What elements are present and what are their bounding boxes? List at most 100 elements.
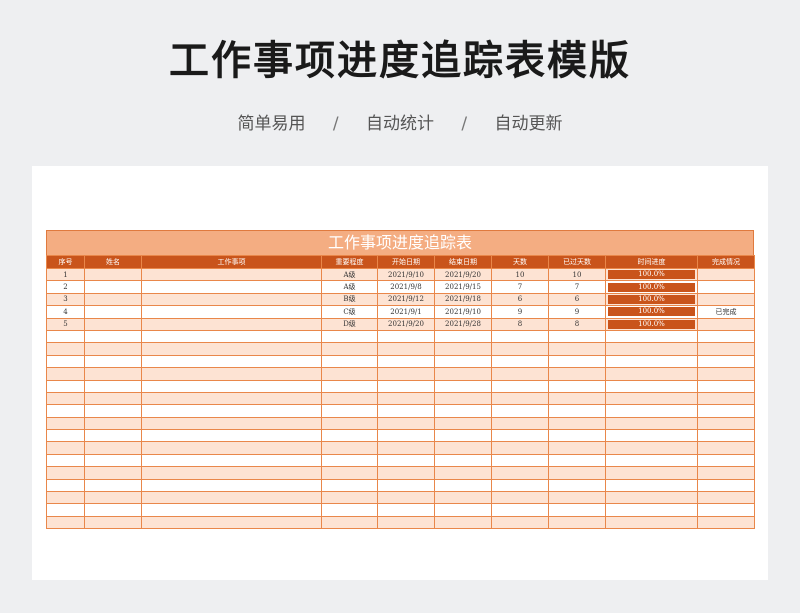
cell-no[interactable] [46, 416, 85, 431]
cell-task[interactable] [141, 429, 322, 443]
cell-task[interactable] [141, 441, 322, 455]
cell-task[interactable] [141, 453, 322, 468]
cell-days[interactable] [491, 515, 549, 530]
cell-level[interactable]: C级 [321, 305, 378, 319]
cell-progress[interactable]: 100.0% [605, 317, 698, 331]
cell-days[interactable]: 8 [491, 317, 549, 331]
cell-task[interactable] [141, 515, 322, 530]
cell-no[interactable] [46, 491, 85, 505]
cell-start[interactable] [377, 466, 435, 480]
cell-start[interactable] [377, 503, 435, 517]
cell-no[interactable] [46, 441, 85, 455]
cell-days[interactable] [491, 367, 549, 381]
cell-progress[interactable] [605, 441, 698, 455]
cell-status[interactable] [697, 441, 755, 455]
cell-name[interactable] [84, 466, 142, 480]
cell-passed[interactable] [548, 503, 606, 517]
cell-start[interactable]: 2021/9/12 [377, 292, 435, 307]
cell-level[interactable]: B级 [321, 292, 378, 307]
cell-days[interactable] [491, 404, 549, 418]
cell-status[interactable] [697, 503, 755, 517]
cell-no[interactable]: 4 [46, 305, 85, 319]
cell-status[interactable] [697, 391, 755, 406]
cell-level[interactable] [321, 329, 378, 344]
cell-end[interactable] [434, 515, 492, 530]
cell-start[interactable] [377, 367, 435, 381]
cell-no[interactable] [46, 329, 85, 344]
cell-level[interactable] [321, 367, 378, 381]
cell-task[interactable] [141, 367, 322, 381]
cell-days[interactable]: 6 [491, 292, 549, 307]
cell-start[interactable] [377, 391, 435, 406]
cell-no[interactable] [46, 367, 85, 381]
cell-days[interactable] [491, 416, 549, 431]
cell-level[interactable] [321, 515, 378, 530]
cell-end[interactable]: 2021/9/15 [434, 280, 492, 294]
cell-days[interactable]: 9 [491, 305, 549, 319]
cell-status[interactable] [697, 342, 755, 356]
cell-level[interactable] [321, 441, 378, 455]
cell-task[interactable] [141, 391, 322, 406]
cell-task[interactable] [141, 280, 322, 294]
cell-status[interactable] [697, 453, 755, 468]
cell-start[interactable] [377, 342, 435, 356]
cell-status[interactable] [697, 404, 755, 418]
cell-days[interactable] [491, 354, 549, 369]
cell-end[interactable] [434, 329, 492, 344]
cell-progress[interactable] [605, 329, 698, 344]
cell-level[interactable] [321, 404, 378, 418]
cell-status[interactable] [697, 329, 755, 344]
cell-status[interactable] [697, 280, 755, 294]
cell-task[interactable] [141, 503, 322, 517]
cell-progress[interactable] [605, 466, 698, 480]
cell-task[interactable] [141, 416, 322, 431]
cell-level[interactable] [321, 429, 378, 443]
cell-name[interactable] [84, 342, 142, 356]
cell-start[interactable] [377, 453, 435, 468]
cell-start[interactable] [377, 441, 435, 455]
cell-days[interactable] [491, 391, 549, 406]
cell-no[interactable]: 1 [46, 267, 85, 282]
cell-end[interactable]: 2021/9/28 [434, 317, 492, 331]
cell-level[interactable] [321, 453, 378, 468]
cell-passed[interactable] [548, 354, 606, 369]
cell-name[interactable] [84, 329, 142, 344]
cell-passed[interactable] [548, 367, 606, 381]
cell-no[interactable]: 3 [46, 292, 85, 307]
cell-progress[interactable]: 100.0% [605, 280, 698, 294]
cell-start[interactable]: 2021/9/20 [377, 317, 435, 331]
cell-start[interactable] [377, 379, 435, 393]
cell-progress[interactable] [605, 515, 698, 530]
cell-end[interactable] [434, 441, 492, 455]
cell-start[interactable] [377, 515, 435, 530]
cell-end[interactable] [434, 367, 492, 381]
cell-passed[interactable] [548, 391, 606, 406]
cell-days[interactable] [491, 478, 549, 493]
cell-name[interactable] [84, 354, 142, 369]
cell-level[interactable] [321, 478, 378, 493]
cell-end[interactable] [434, 453, 492, 468]
cell-name[interactable] [84, 503, 142, 517]
cell-passed[interactable] [548, 466, 606, 480]
cell-status[interactable] [697, 367, 755, 381]
cell-no[interactable] [46, 342, 85, 356]
cell-name[interactable] [84, 441, 142, 455]
cell-start[interactable]: 2021/9/8 [377, 280, 435, 294]
cell-name[interactable] [84, 429, 142, 443]
cell-start[interactable] [377, 416, 435, 431]
cell-task[interactable] [141, 342, 322, 356]
cell-days[interactable] [491, 491, 549, 505]
cell-name[interactable] [84, 292, 142, 307]
cell-start[interactable] [377, 429, 435, 443]
cell-end[interactable]: 2021/9/18 [434, 292, 492, 307]
cell-task[interactable] [141, 329, 322, 344]
cell-days[interactable] [491, 466, 549, 480]
cell-status[interactable] [697, 379, 755, 393]
cell-passed[interactable] [548, 342, 606, 356]
cell-status[interactable] [697, 354, 755, 369]
cell-task[interactable] [141, 292, 322, 307]
cell-status[interactable] [697, 429, 755, 443]
cell-no[interactable] [46, 466, 85, 480]
cell-passed[interactable] [548, 478, 606, 493]
cell-level[interactable] [321, 491, 378, 505]
